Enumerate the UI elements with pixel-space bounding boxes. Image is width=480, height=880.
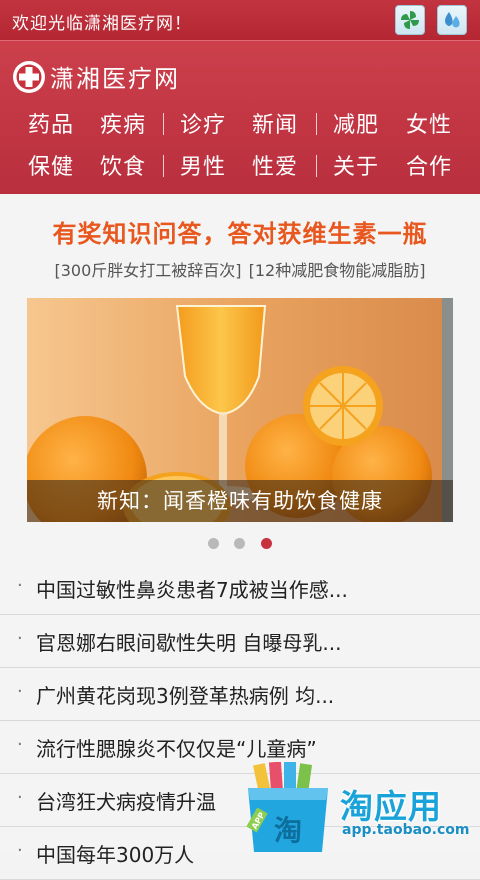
nav-item-women[interactable]: 女性 bbox=[389, 107, 469, 139]
list-bullet: · bbox=[17, 734, 23, 755]
pinwheel-icon bbox=[401, 11, 419, 29]
news-title: 官恩娜右眼间歇性失明 自曝母乳... bbox=[36, 631, 342, 655]
main-content: 有奖知识问答，答对获维生素一瓶 [300斤胖女打工被辞百次] [12种减肥食物能… bbox=[0, 194, 480, 880]
nav-item-health[interactable]: 保健 bbox=[11, 149, 91, 181]
list-bullet: · bbox=[17, 840, 23, 861]
banner-caption: 新知：闻香橙味有助饮食健康 bbox=[27, 480, 453, 522]
list-item[interactable]: · 官恩娜右眼间歇性失明 自曝母乳... bbox=[0, 615, 480, 668]
pinwheel-button[interactable] bbox=[395, 5, 425, 35]
carousel-dot[interactable] bbox=[234, 538, 245, 549]
nav-item-weight-loss[interactable]: 减肥 bbox=[316, 107, 396, 139]
welcome-text: 欢迎光临潇湘医疗网！ bbox=[12, 14, 192, 34]
main-nav: 药品 疾病 诊疗 新闻 减肥 女性 保健 饮食 男性 性爱 关于 合作 bbox=[0, 105, 480, 189]
news-title: 中国过敏性鼻炎患者7成被当作感... bbox=[36, 578, 348, 602]
promo-headline[interactable]: 有奖知识问答，答对获维生素一瓶 bbox=[0, 214, 480, 249]
shopping-bag-icon: 淘 APP bbox=[246, 762, 328, 852]
list-item[interactable]: · 广州黄花岗现3例登革热病例 均... bbox=[0, 668, 480, 721]
watermark-url: app.taobao.com bbox=[342, 822, 470, 838]
nav-item-about[interactable]: 关于 bbox=[316, 149, 396, 181]
nav-item-diet[interactable]: 饮食 bbox=[83, 149, 163, 181]
water-drop-button[interactable] bbox=[437, 5, 467, 35]
list-bullet: · bbox=[17, 787, 23, 808]
list-bullet: · bbox=[17, 575, 23, 596]
site-header: 潇湘医疗网 药品 疾病 诊疗 新闻 减肥 女性 保健 饮食 男性 性爱 关于 合… bbox=[0, 40, 480, 195]
nav-item-disease[interactable]: 疾病 bbox=[83, 107, 163, 139]
taobao-app-watermark: 淘 APP 淘应用 app.taobao.com bbox=[242, 758, 480, 854]
carousel-dot[interactable] bbox=[208, 538, 219, 549]
list-bullet: · bbox=[17, 681, 23, 702]
news-title: 广州黄花岗现3例登革热病例 均... bbox=[36, 684, 335, 708]
watermark-brand: 淘应用 bbox=[340, 787, 442, 826]
list-item[interactable]: · 中国过敏性鼻炎患者7成被当作感... bbox=[0, 562, 480, 615]
sub-link-2[interactable]: [12种减肥食物能减脂肪] bbox=[249, 261, 426, 280]
featured-banner[interactable]: 新知：闻香橙味有助饮食健康 bbox=[27, 298, 453, 522]
sub-links: [300斤胖女打工被辞百次] [12种减肥食物能减脂肪] bbox=[0, 257, 480, 281]
nav-item-medicine[interactable]: 药品 bbox=[11, 107, 91, 139]
site-logo[interactable]: 潇湘医疗网 bbox=[12, 59, 180, 94]
water-drop-icon bbox=[445, 12, 460, 28]
carousel-dot-active[interactable] bbox=[261, 538, 272, 549]
medical-cross-icon bbox=[13, 60, 45, 93]
carousel-indicator bbox=[0, 538, 480, 550]
nav-item-men[interactable]: 男性 bbox=[163, 149, 243, 181]
nav-item-news[interactable]: 新闻 bbox=[235, 107, 315, 139]
nav-row-2: 保健 饮食 男性 性爱 关于 合作 bbox=[0, 147, 480, 189]
nav-row-1: 药品 疾病 诊疗 新闻 减肥 女性 bbox=[0, 105, 480, 147]
site-name: 潇湘医疗网 bbox=[50, 65, 180, 93]
bag-label: 淘 bbox=[274, 814, 302, 847]
nav-item-treatment[interactable]: 诊疗 bbox=[163, 107, 243, 139]
list-bullet: · bbox=[17, 628, 23, 649]
sub-link-1[interactable]: [300斤胖女打工被辞百次] bbox=[55, 261, 242, 280]
welcome-bar: 欢迎光临潇湘医疗网！ bbox=[0, 0, 480, 40]
nav-item-sex[interactable]: 性爱 bbox=[235, 149, 315, 181]
nav-item-cooperation[interactable]: 合作 bbox=[389, 149, 469, 181]
